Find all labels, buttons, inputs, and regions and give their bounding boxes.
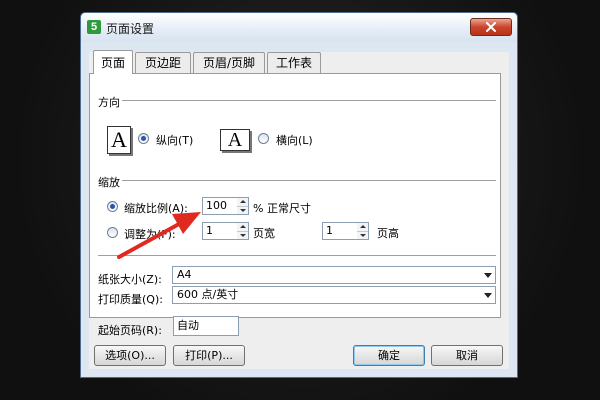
portrait-page-icon: A xyxy=(107,126,131,154)
landscape-page-icon: A xyxy=(220,129,250,151)
scale-input[interactable]: 100 xyxy=(202,197,238,215)
red-annotation-arrow-icon xyxy=(117,212,201,259)
spin-down-icon[interactable] xyxy=(357,231,368,239)
print-quality-label: 打印质量(Q): xyxy=(98,293,163,306)
scaling-section-label: 缩放 xyxy=(98,174,122,190)
app-icon: 5 xyxy=(87,20,101,34)
spin-down-icon[interactable] xyxy=(237,231,248,239)
paper-size-select[interactable]: A4 xyxy=(172,266,496,284)
paper-size-value: A4 xyxy=(177,268,192,281)
landscape-radio[interactable] xyxy=(258,133,269,144)
first-page-input[interactable]: 自动 xyxy=(173,316,239,336)
ok-button[interactable]: 确定 xyxy=(353,345,425,366)
portrait-label[interactable]: 纵向(T) xyxy=(156,132,193,148)
tab-panel-page: 方向 A 纵向(T) A 横向(L) 缩放 缩放比例(A): 100 % 正常尺… xyxy=(89,73,501,318)
print-quality-value: 600 点/英寸 xyxy=(177,288,239,301)
landscape-label[interactable]: 横向(L) xyxy=(276,132,313,148)
fit-tall-input[interactable]: 1 xyxy=(322,222,358,240)
fit-wide-input[interactable]: 1 xyxy=(202,222,238,240)
paper-size-label: 纸张大小(Z): xyxy=(98,273,162,286)
chevron-down-icon xyxy=(484,293,492,298)
options-button[interactable]: 选项(O)... xyxy=(94,345,166,366)
first-page-label: 起始页码(R): xyxy=(98,324,162,337)
window-title: 页面设置 xyxy=(106,22,155,36)
chevron-down-icon xyxy=(484,273,492,278)
fit-wide-spinner[interactable] xyxy=(237,222,249,240)
cancel-button[interactable]: 取消 xyxy=(431,345,503,366)
tab-page[interactable]: 页面 xyxy=(93,50,133,74)
orientation-section-label: 方向 xyxy=(98,94,122,110)
tab-margins[interactable]: 页边距 xyxy=(135,52,191,74)
page-setup-dialog: 5 页面设置 页面 页边距 页眉/页脚 工作表 方向 A 纵向(T) A 横向(… xyxy=(80,12,518,378)
fit-wide-suffix: 页宽 xyxy=(253,227,275,240)
separator xyxy=(120,180,496,182)
scale-spinner[interactable] xyxy=(237,197,249,215)
separator xyxy=(120,100,496,102)
close-icon xyxy=(486,22,496,32)
close-button[interactable] xyxy=(470,18,512,36)
portrait-radio[interactable] xyxy=(138,133,149,144)
print-button[interactable]: 打印(P)... xyxy=(173,345,245,366)
fit-tall-spinner[interactable] xyxy=(357,222,369,240)
tab-sheet[interactable]: 工作表 xyxy=(267,52,321,74)
spin-down-icon[interactable] xyxy=(237,206,248,214)
print-quality-select[interactable]: 600 点/英寸 xyxy=(172,286,496,304)
tab-header-footer[interactable]: 页眉/页脚 xyxy=(193,52,265,74)
fit-tall-suffix: 页高 xyxy=(377,227,399,240)
title-bar[interactable]: 5 页面设置 xyxy=(81,13,517,42)
scale-suffix: % 正常尺寸 xyxy=(253,202,311,215)
